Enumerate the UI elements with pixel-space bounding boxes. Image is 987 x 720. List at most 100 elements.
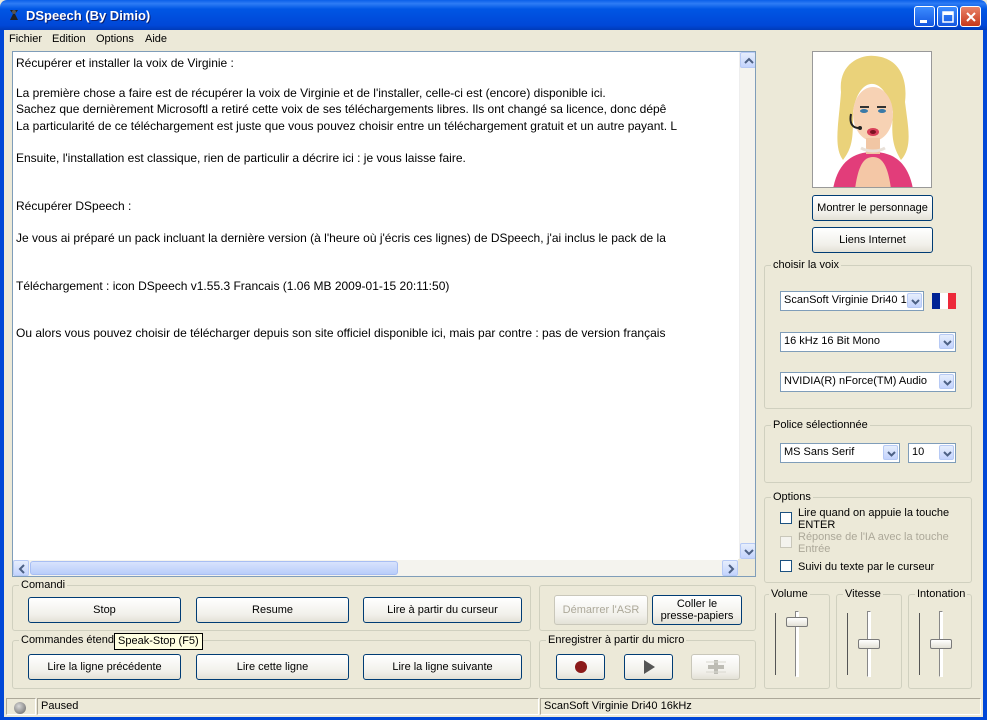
ia-reply-checkbox[interactable] — [780, 536, 792, 548]
voice-group: choisir la voix ScanSoft Virginie Dri40 … — [764, 259, 972, 409]
chevron-down-icon — [943, 451, 952, 457]
horizontal-scroll-thumb[interactable] — [30, 561, 398, 575]
audio-format-select[interactable]: 16 kHz 16 Bit Mono — [780, 332, 956, 352]
audio-device-select[interactable]: NVIDIA(R) nForce(TM) Audio — [780, 372, 956, 392]
menu-fichier[interactable]: Fichier — [9, 33, 42, 45]
app-icon — [10, 10, 18, 20]
follow-text-label: Suivi du texte par le curseur — [798, 561, 935, 573]
paste-clipboard-button[interactable]: Coller le presse-papiers — [652, 595, 742, 625]
read-on-enter-checkbox[interactable] — [780, 512, 792, 524]
window-frame-left — [0, 30, 4, 720]
ia-reply-label-1: Réponse de l'IA avec la touche — [798, 531, 949, 543]
status-voice: ScanSoft Virginie Dri40 16kHz — [540, 698, 981, 715]
window-title: DSpeech (By Dimio) — [26, 8, 151, 23]
record-title: Enregistrer à partir du micro — [546, 634, 687, 646]
status-led-icon — [14, 702, 26, 714]
speech-text-area[interactable]: Récupérer et installer la voix de Virgin… — [12, 51, 756, 577]
show-character-button[interactable]: Montrer le personnage — [812, 195, 933, 221]
follow-text-checkbox[interactable] — [780, 560, 792, 572]
read-previous-line-button[interactable]: Lire la ligne précédente — [28, 654, 181, 680]
scroll-down-button[interactable] — [740, 543, 755, 559]
window-frame-right — [983, 30, 987, 720]
chevron-up-icon — [744, 57, 754, 64]
menu-options[interactable]: Options — [96, 33, 134, 45]
audio-format-arrow[interactable] — [939, 334, 954, 349]
add-recording-button[interactable] — [691, 654, 740, 680]
text-line: Je vous ai préparé un pack incluant la d… — [16, 231, 666, 245]
minimize-button[interactable] — [914, 6, 935, 27]
chevron-down-icon — [943, 340, 952, 346]
tooltip: Speak-Stop (F5) — [114, 633, 203, 650]
pitch-title: Intonation — [915, 588, 968, 600]
extended-commands-group: Commandes étendu Lire la ligne précédent… — [12, 634, 531, 689]
text-line: Sachez que dernièrement Microsoftl a ret… — [16, 102, 667, 116]
font-family-select[interactable]: MS Sans Serif — [780, 443, 900, 463]
play-icon — [643, 660, 655, 674]
title-bar[interactable]: DSpeech (By Dimio) — [0, 0, 987, 30]
text-line: La particularité de ce téléchargement es… — [16, 119, 678, 133]
vertical-scrollbar[interactable] — [739, 52, 755, 560]
comandi-group: Comandi Stop Resume Lire à partir du cur… — [12, 579, 531, 631]
character-avatar — [812, 51, 932, 188]
french-flag-icon — [932, 293, 956, 309]
text-line: La première chose a faire est de récupér… — [16, 86, 606, 100]
read-this-line-button[interactable]: Lire cette ligne — [196, 654, 349, 680]
horizontal-scrollbar[interactable] — [13, 560, 739, 576]
status-led-panel — [6, 698, 36, 715]
scroll-right-button[interactable] — [722, 560, 738, 576]
audio-device-arrow[interactable] — [939, 374, 954, 389]
volume-title: Volume — [769, 588, 810, 600]
menu-aide[interactable]: Aide — [145, 33, 167, 45]
text-line: Récupérer et installer la voix de Virgin… — [16, 56, 234, 70]
volume-group: Volume — [764, 588, 830, 689]
asr-group: Démarrer l'ASR Coller le presse-papiers — [539, 585, 756, 631]
minimize-icon — [920, 20, 927, 23]
stop-button[interactable]: Stop — [28, 597, 181, 623]
chevron-left-icon — [18, 564, 25, 574]
voice-select[interactable]: ScanSoft Virginie Dri40 16 — [780, 291, 924, 311]
internet-links-button[interactable]: Liens Internet — [812, 227, 933, 253]
play-button[interactable] — [624, 654, 673, 680]
paste-clipboard-label-1: Coller le — [676, 598, 718, 610]
font-size-select[interactable]: 10 — [908, 443, 956, 463]
scroll-left-button[interactable] — [13, 560, 29, 576]
options-group: Options Lire quand on appuie la touche E… — [764, 491, 972, 583]
font-size-value: 10 — [912, 446, 925, 458]
volume-slider-thumb[interactable] — [786, 616, 808, 627]
menu-edition[interactable]: Edition — [52, 33, 86, 45]
text-line: Ou alors vous pouvez choisir de téléchar… — [16, 326, 666, 340]
voice-select-arrow[interactable] — [907, 293, 922, 308]
ia-reply-label-2: Entrée — [798, 543, 831, 555]
speed-slider-thumb[interactable] — [858, 639, 880, 649]
maximize-button[interactable] — [937, 6, 958, 27]
text-line: Téléchargement : icon DSpeech v1.55.3 Fr… — [16, 279, 450, 293]
virginie-character-image — [813, 52, 931, 187]
pitch-group: Intonation — [908, 588, 972, 689]
read-next-line-button[interactable]: Lire la ligne suivante — [363, 654, 522, 680]
extended-commands-title: Commandes étendu — [19, 634, 123, 646]
close-button[interactable] — [960, 6, 981, 27]
voice-title: choisir la voix — [771, 259, 842, 271]
font-size-arrow[interactable] — [939, 445, 954, 460]
audio-device-value: NVIDIA(R) nForce(TM) Audio — [784, 375, 928, 387]
menu-bar: Fichier Edition Options Aide — [4, 30, 983, 48]
start-asr-button[interactable]: Démarrer l'ASR — [554, 595, 648, 625]
font-family-arrow[interactable] — [883, 445, 898, 460]
audio-format-value: 16 kHz 16 Bit Mono — [784, 335, 880, 347]
chevron-down-icon — [744, 549, 754, 556]
font-title: Police sélectionnée — [771, 419, 870, 431]
volume-ticks — [775, 613, 777, 675]
record-button[interactable] — [556, 654, 605, 680]
status-state: Paused — [37, 698, 539, 715]
options-title: Options — [771, 491, 813, 503]
maximize-icon — [942, 11, 954, 23]
pitch-slider-thumb[interactable] — [930, 639, 952, 649]
scroll-up-button[interactable] — [740, 52, 755, 68]
resume-button[interactable]: Resume — [196, 597, 349, 623]
paste-clipboard-label-2: presse-papiers — [660, 610, 734, 622]
read-on-enter-label: Lire quand on appuie la touche ENTER — [798, 507, 949, 531]
speed-title: Vitesse — [843, 588, 883, 600]
chevron-down-icon — [887, 451, 896, 457]
read-on-enter-label-2: ENTER — [798, 519, 836, 531]
read-from-cursor-button[interactable]: Lire à partir du curseur — [363, 597, 522, 623]
